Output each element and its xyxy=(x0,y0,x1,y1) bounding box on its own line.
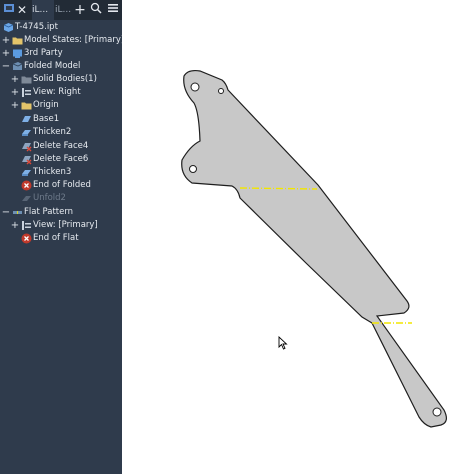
delete-face-icon xyxy=(21,141,32,152)
flat-pattern-part[interactable] xyxy=(122,0,474,474)
hole-mid[interactable] xyxy=(189,165,197,173)
close-tab-icon[interactable]: ✕ xyxy=(14,2,30,18)
tree-item-label: Base1 xyxy=(33,114,60,124)
folder-icon xyxy=(21,74,32,85)
expand-icon[interactable]: + xyxy=(10,220,20,231)
tree-item-origin[interactable]: + Origin xyxy=(0,99,122,112)
tree-item-label: 3rd Party xyxy=(24,48,63,58)
expand-icon[interactable]: + xyxy=(1,35,11,46)
search-icon[interactable] xyxy=(88,2,104,18)
flat-pattern-icon xyxy=(12,207,23,218)
add-icon[interactable]: + xyxy=(72,2,88,18)
collapse-icon[interactable]: − xyxy=(1,61,11,72)
thicken-icon xyxy=(21,127,32,138)
folder-icon xyxy=(12,35,23,46)
tree-item-label: Flat Pattern xyxy=(24,207,74,217)
tree-item-folded-model[interactable]: − Folded Model xyxy=(0,60,122,73)
face-feature-icon xyxy=(21,114,32,125)
tree-item-label: Delete Face4 xyxy=(33,141,89,151)
view-icon xyxy=(21,87,32,98)
tree-item-3rd-party[interactable]: + 3rd Party xyxy=(0,47,122,60)
tree-item-label: Thicken2 xyxy=(33,127,72,137)
tree-item-root[interactable]: T-4745.ipt xyxy=(0,21,122,34)
view-icon xyxy=(21,220,32,231)
tree-item-label: End of Folded xyxy=(33,180,91,190)
part-file-icon xyxy=(3,22,14,33)
tree-item-label: Thicken3 xyxy=(33,167,72,177)
tree-item-label: View: [Primary] xyxy=(33,220,98,230)
collapse-icon[interactable]: − xyxy=(1,207,11,218)
menu-icon[interactable] xyxy=(105,2,121,18)
tab-label: iL... xyxy=(32,5,49,15)
hole-large-top[interactable] xyxy=(190,82,200,92)
mouse-pointer-icon xyxy=(278,336,288,350)
expand-icon[interactable]: + xyxy=(10,74,20,85)
expand-icon[interactable]: + xyxy=(10,100,20,111)
tree-item-delete-face4[interactable]: Delete Face4 xyxy=(0,140,122,153)
folded-model-icon xyxy=(12,61,23,72)
graphics-viewport[interactable] xyxy=(122,0,474,474)
end-of-part-icon xyxy=(21,180,32,191)
folder-icon xyxy=(21,100,32,111)
tree-item-label: Model States: [Primary] xyxy=(24,35,125,45)
tree-item-solid-bodies[interactable]: + Solid Bodies(1) xyxy=(0,73,122,86)
tree-item-model-states[interactable]: + Model States: [Primary] xyxy=(0,34,125,47)
tree-item-flat-pattern[interactable]: − Flat Pattern xyxy=(0,206,122,219)
tree-item-label: End of Flat xyxy=(33,233,79,243)
tree-item-thicken2[interactable]: Thicken2 xyxy=(0,126,122,139)
tab-label: iL... xyxy=(55,5,72,15)
tree-item-label: Unfold2 xyxy=(33,193,66,203)
hole-end[interactable] xyxy=(432,407,442,417)
tree-item-unfold2[interactable]: Unfold2 xyxy=(0,192,122,205)
hole-small-top[interactable] xyxy=(218,88,224,94)
tree-item-label: Solid Bodies(1) xyxy=(33,74,97,84)
expand-icon[interactable]: + xyxy=(10,87,20,98)
browser-tab-bar: ✕ iL... iL... + xyxy=(0,0,122,20)
tree-item-delete-face6[interactable]: Delete Face6 xyxy=(0,153,122,166)
tree-item-label: T-4745.ipt xyxy=(15,22,58,32)
tree-item-view-primary[interactable]: + View: [Primary] xyxy=(0,219,122,232)
tree-item-label: View: Right xyxy=(33,87,81,97)
part-outline[interactable] xyxy=(181,69,447,428)
tree-item-end-of-flat[interactable]: End of Flat xyxy=(0,232,122,245)
third-party-icon xyxy=(12,48,23,59)
tree-item-base1[interactable]: Base1 xyxy=(0,113,122,126)
tab-browser-1[interactable]: iL... xyxy=(32,0,54,20)
tree-item-view-right[interactable]: + View: Right xyxy=(0,86,122,99)
expand-icon[interactable]: + xyxy=(1,48,11,59)
delete-face-icon xyxy=(21,154,32,165)
model-browser: ✕ iL... iL... + T-4745.ipt + Model State… xyxy=(0,0,125,474)
thicken-icon xyxy=(21,167,32,178)
tree-item-end-of-folded[interactable]: End of Folded xyxy=(0,179,122,192)
tree-item-thicken3[interactable]: Thicken3 xyxy=(0,166,122,179)
end-of-part-icon xyxy=(21,233,32,244)
tree-item-label: Folded Model xyxy=(24,61,81,71)
tree-item-label: Origin xyxy=(33,100,59,110)
unfold-icon xyxy=(21,193,32,204)
tree-item-label: Delete Face6 xyxy=(33,154,89,164)
